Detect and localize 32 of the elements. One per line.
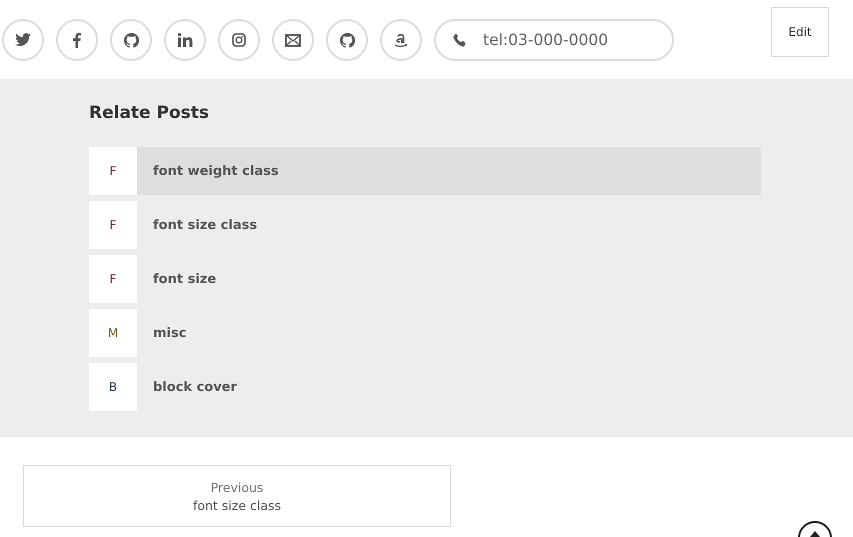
github-icon bbox=[124, 32, 138, 48]
social-link[interactable] bbox=[326, 19, 368, 61]
related-post-item[interactable]: F font size class bbox=[89, 201, 761, 249]
phone-icon bbox=[453, 33, 467, 47]
post-thumbnail: M bbox=[89, 309, 137, 357]
facebook-icon bbox=[73, 32, 81, 48]
related-post-item[interactable]: M misc bbox=[89, 309, 761, 357]
phone-link[interactable]: tel:03-000-0000 bbox=[434, 19, 674, 61]
social-link[interactable] bbox=[218, 19, 260, 61]
post-thumbnail: F bbox=[89, 201, 137, 249]
envelope-icon bbox=[285, 34, 301, 46]
linkedin-icon bbox=[178, 33, 192, 47]
amazon-icon bbox=[393, 32, 409, 48]
related-post-item[interactable]: B block cover bbox=[89, 363, 761, 411]
github-icon bbox=[340, 32, 354, 48]
post-thumbnail: B bbox=[89, 363, 137, 411]
social-link[interactable] bbox=[110, 19, 152, 61]
social-link[interactable] bbox=[56, 19, 98, 61]
edit-button[interactable]: Edit bbox=[771, 7, 829, 57]
social-link[interactable] bbox=[164, 19, 206, 61]
bird-icon bbox=[15, 33, 31, 47]
previous-post-link[interactable]: Previous font size class bbox=[23, 465, 451, 527]
post-thumbnail: F bbox=[89, 147, 137, 195]
related-post-item[interactable]: F font weight class bbox=[89, 147, 761, 195]
post-thumbnail: F bbox=[89, 255, 137, 303]
caret-up-icon bbox=[810, 531, 820, 537]
related-post-item[interactable]: F font size bbox=[89, 255, 761, 303]
section-title: Relate Posts bbox=[89, 103, 210, 123]
social-link[interactable] bbox=[380, 19, 422, 61]
mail-link[interactable] bbox=[272, 19, 314, 61]
camera-icon bbox=[232, 33, 246, 47]
social-link[interactable] bbox=[2, 19, 44, 61]
